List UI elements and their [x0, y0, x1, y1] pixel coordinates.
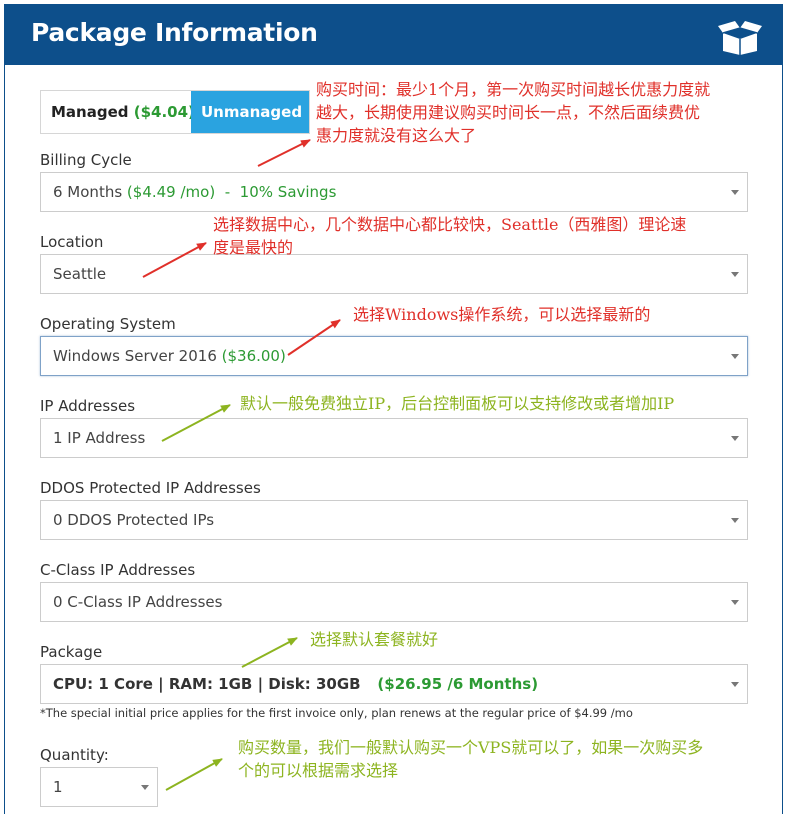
chevron-down-icon — [731, 436, 739, 441]
quantity-annotation: 购买数量，我们一般默认购买一个VPS就可以了，如果一次购买多 个的可以根据需求选… — [238, 738, 704, 780]
operating-system-label: Operating System — [40, 315, 176, 333]
quantity-value: 1 — [53, 778, 63, 796]
operating-system-select[interactable]: Windows Server 2016 ($36.00) — [40, 336, 748, 376]
panel-title: Package Information — [31, 18, 318, 47]
managed-price: ($4.04) — [133, 103, 195, 121]
os-price: ($36.00) — [221, 347, 286, 365]
chevron-down-icon — [731, 682, 739, 687]
os-annotation: 选择Windows操作系统，可以选择最新的 — [353, 305, 651, 324]
billing-cycle-label: Billing Cycle — [40, 151, 132, 169]
billing-cycle-term: 6 Months — [53, 183, 123, 201]
location-value: Seattle — [53, 265, 107, 283]
package-price: ($26.95 /6 Months) — [377, 675, 539, 693]
ip-addresses-label: IP Addresses — [40, 397, 136, 415]
quantity-label: Quantity: — [40, 746, 109, 764]
location-annotation: 选择数据中心，几个数据中心都比较快，Seattle（西雅图）理论速 度是最快的 — [213, 215, 687, 257]
ddos-ips-label: DDOS Protected IP Addresses — [40, 479, 261, 497]
chevron-down-icon — [731, 354, 739, 359]
managed-option[interactable]: Managed ($4.04) — [41, 91, 195, 133]
unmanaged-option[interactable]: Unmanaged — [191, 91, 309, 133]
chevron-down-icon — [731, 600, 739, 605]
package-price-note: *The special initial price applies for t… — [40, 706, 633, 720]
panel-header: Package Information — [5, 5, 782, 65]
billing-cycle-price: ($4.49 /mo) — [126, 183, 216, 201]
open-box-icon — [718, 21, 762, 55]
os-name: Windows Server 2016 — [53, 347, 217, 365]
management-toggle: Managed ($4.04) Unmanaged — [40, 90, 310, 134]
cclass-ips-label: C-Class IP Addresses — [40, 561, 196, 579]
location-select[interactable]: Seattle — [40, 254, 748, 294]
billing-cycle-select[interactable]: 6 Months ($4.49 /mo) - 10% Savings — [40, 172, 748, 212]
chevron-down-icon — [731, 190, 739, 195]
chevron-down-icon — [731, 272, 739, 277]
package-label: Package — [40, 643, 103, 661]
ip-addresses-select[interactable]: 1 IP Address — [40, 418, 748, 458]
billing-annotation: 购买时间：最少1个月，第一次购买时间越长优惠力度就 越大，长期使用建议购买时间长… — [316, 80, 711, 145]
package-spec: CPU: 1 Core | RAM: 1GB | Disk: 30GB — [53, 675, 361, 693]
billing-cycle-savings: - 10% Savings — [219, 183, 337, 201]
ddos-ips-value: 0 DDOS Protected IPs — [53, 511, 215, 529]
ip-addresses-value: 1 IP Address — [53, 429, 146, 447]
chevron-down-icon — [731, 518, 739, 523]
location-label: Location — [40, 233, 104, 251]
quantity-select[interactable]: 1 — [40, 767, 158, 807]
ip-annotation: 默认一般免费独立IP，后台控制面板可以支持修改或者增加IP — [240, 394, 675, 413]
cclass-ips-value: 0 C-Class IP Addresses — [53, 593, 223, 611]
managed-label: Managed — [51, 103, 129, 121]
package-select[interactable]: CPU: 1 Core | RAM: 1GB | Disk: 30GB ($26… — [40, 664, 748, 704]
package-annotation: 选择默认套餐就好 — [310, 630, 439, 649]
cclass-ips-select[interactable]: 0 C-Class IP Addresses — [40, 582, 748, 622]
ddos-ips-select[interactable]: 0 DDOS Protected IPs — [40, 500, 748, 540]
chevron-down-icon — [141, 785, 149, 790]
